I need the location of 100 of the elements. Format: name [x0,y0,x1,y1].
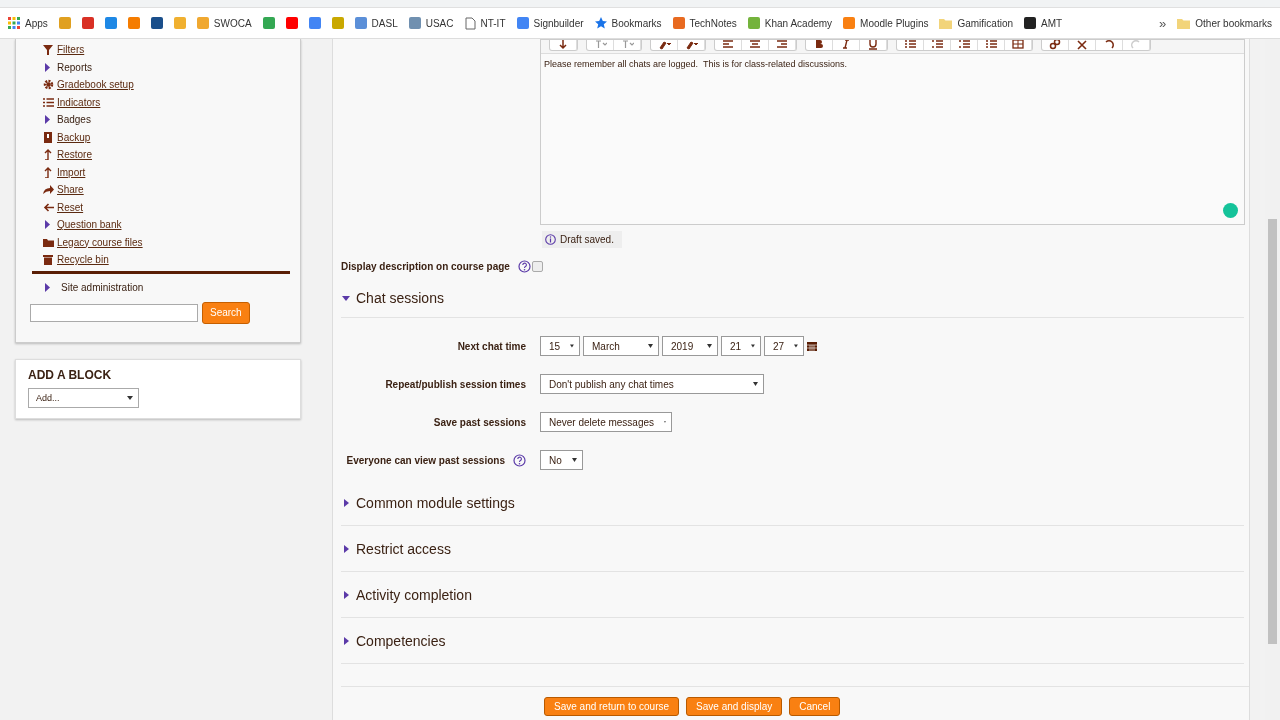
help-icon [517,260,531,273]
bookmark[interactable]: NT-IT [464,16,506,30]
caret-icon [751,344,755,348]
sidebar-item[interactable]: Site administration [61,282,144,293]
text-editor[interactable]: Please remember all chats are logged. This is for class-related discussions. [540,39,1245,225]
sidebar-link[interactable]: Backup [57,131,91,143]
section-header[interactable]: Common module settings [341,480,1244,526]
add-block-select[interactable]: Add... [28,387,139,408]
more-bookmarks-button[interactable]: » [1159,15,1167,31]
bookmark[interactable]: TechNotes [672,17,737,29]
bookmark[interactable]: SWOCA [196,17,252,29]
help-icon [513,453,526,467]
bookmark[interactable]: Bookmarks [594,17,662,29]
grammar-check-icon[interactable] [1223,203,1238,218]
sidebar-link[interactable]: Share [57,184,84,196]
down-arrow-icon[interactable] [556,40,570,50]
favicon-icon[interactable] [150,17,163,29]
up-arrow-icon [43,149,54,161]
bookmark[interactable]: Gamification [939,17,1014,29]
date-select[interactable]: March [583,336,659,356]
section-header[interactable]: Restrict access [341,526,1244,572]
bullet-list-icon[interactable] [984,40,998,50]
bookmark[interactable]: Moodle Plugins [843,17,929,29]
caret-icon [664,420,666,424]
scrollbar-thumb[interactable] [1268,219,1277,644]
sidebar-link[interactable]: Restore [57,149,92,161]
field-label: Repeat/publish session times [385,378,526,390]
field-label: Display description on course page [341,261,510,272]
sidebar-link[interactable]: Question bank [57,219,122,231]
bookmark[interactable]: AMT [1024,17,1063,29]
sidebar-link[interactable]: Gradebook setup [57,79,134,91]
sidebar-link[interactable]: Legacy course files [57,236,143,248]
caret-icon [571,458,577,462]
text-format-icon[interactable] [593,40,607,50]
sidebar-link[interactable]: Indicators [57,96,101,108]
bookmark[interactable]: Apps [8,17,48,29]
favicon-icon[interactable] [104,17,117,29]
date-select[interactable]: 2019 [662,336,718,356]
apps-icon [8,17,20,29]
sidebar-item[interactable]: Badges [57,114,91,126]
bookmark[interactable]: DASL [354,17,398,29]
section-title: Restrict access [356,540,451,557]
numbered-list-icon[interactable] [930,40,944,50]
date-select[interactable]: 21 [721,336,761,356]
sidebar-link[interactable]: Reset [57,201,84,213]
sidebar-link[interactable]: Filters [57,44,85,56]
select-field[interactable]: No [540,450,583,470]
section-header[interactable]: Activity completion [341,572,1244,618]
search-field[interactable] [30,303,198,322]
caret-icon [753,382,758,386]
brush-icon[interactable] [657,40,671,50]
section-title: Competencies [356,632,446,649]
favicon-icon[interactable] [308,17,321,29]
page-icon [464,16,476,30]
date-select[interactable]: 27 [764,336,804,356]
collapsed-caret-icon [341,543,351,554]
align-left-icon[interactable] [721,40,735,50]
collapsed-caret-icon [341,635,351,646]
favicon-icon[interactable] [81,17,94,29]
unlink-icon[interactable] [1075,40,1089,50]
date-select[interactable]: 15 [540,336,580,356]
caret-icon [570,344,574,348]
field-label: Save past sessions [433,416,526,428]
text-format-icon[interactable] [620,40,634,50]
section-header[interactable]: Chat sessions [341,279,1244,318]
section-title: Chat sessions [356,290,444,306]
align-center-icon[interactable] [748,40,762,50]
bookmark[interactable]: USAC [408,17,454,29]
expanded-caret-icon [341,293,351,303]
bookmark[interactable]: Other bookmarks [1177,17,1272,29]
favicon-icon[interactable] [285,17,298,29]
brush-icon[interactable] [684,40,698,50]
section-header[interactable]: Competencies [341,618,1244,664]
align-right-icon[interactable] [775,40,789,50]
block-title: ADD A BLOCK [28,367,113,382]
table-icon[interactable] [1011,40,1025,50]
bookmark[interactable]: Signbuilder [516,17,584,29]
sidebar-link[interactable]: Recycle bin [57,254,109,266]
numbered-list-icon[interactable] [957,40,971,50]
bookmark[interactable]: Khan Academy [747,17,833,29]
collapsed-caret-icon [341,497,351,508]
calendar-icon [807,341,817,351]
link-icon[interactable] [1048,40,1062,50]
section-title: Activity completion [356,586,472,603]
info-icon [545,234,556,245]
filter-icon [43,44,54,56]
bullet-list-icon[interactable] [903,40,917,50]
caret-icon [707,344,712,348]
select-field[interactable]: Never delete messages [540,412,672,432]
sidebar-item[interactable]: Reports [57,61,92,73]
select-field[interactable]: Don't publish any chat times [540,374,764,394]
sidebar-link[interactable]: Import [57,166,86,178]
section-title: Common module settings [356,494,515,511]
checkbox[interactable] [532,261,543,272]
list-icon [43,96,54,108]
share-icon [43,184,54,196]
caret-icon [648,344,653,348]
trash-icon [43,254,54,266]
underline-icon[interactable] [866,40,880,50]
archive-icon [43,131,54,143]
